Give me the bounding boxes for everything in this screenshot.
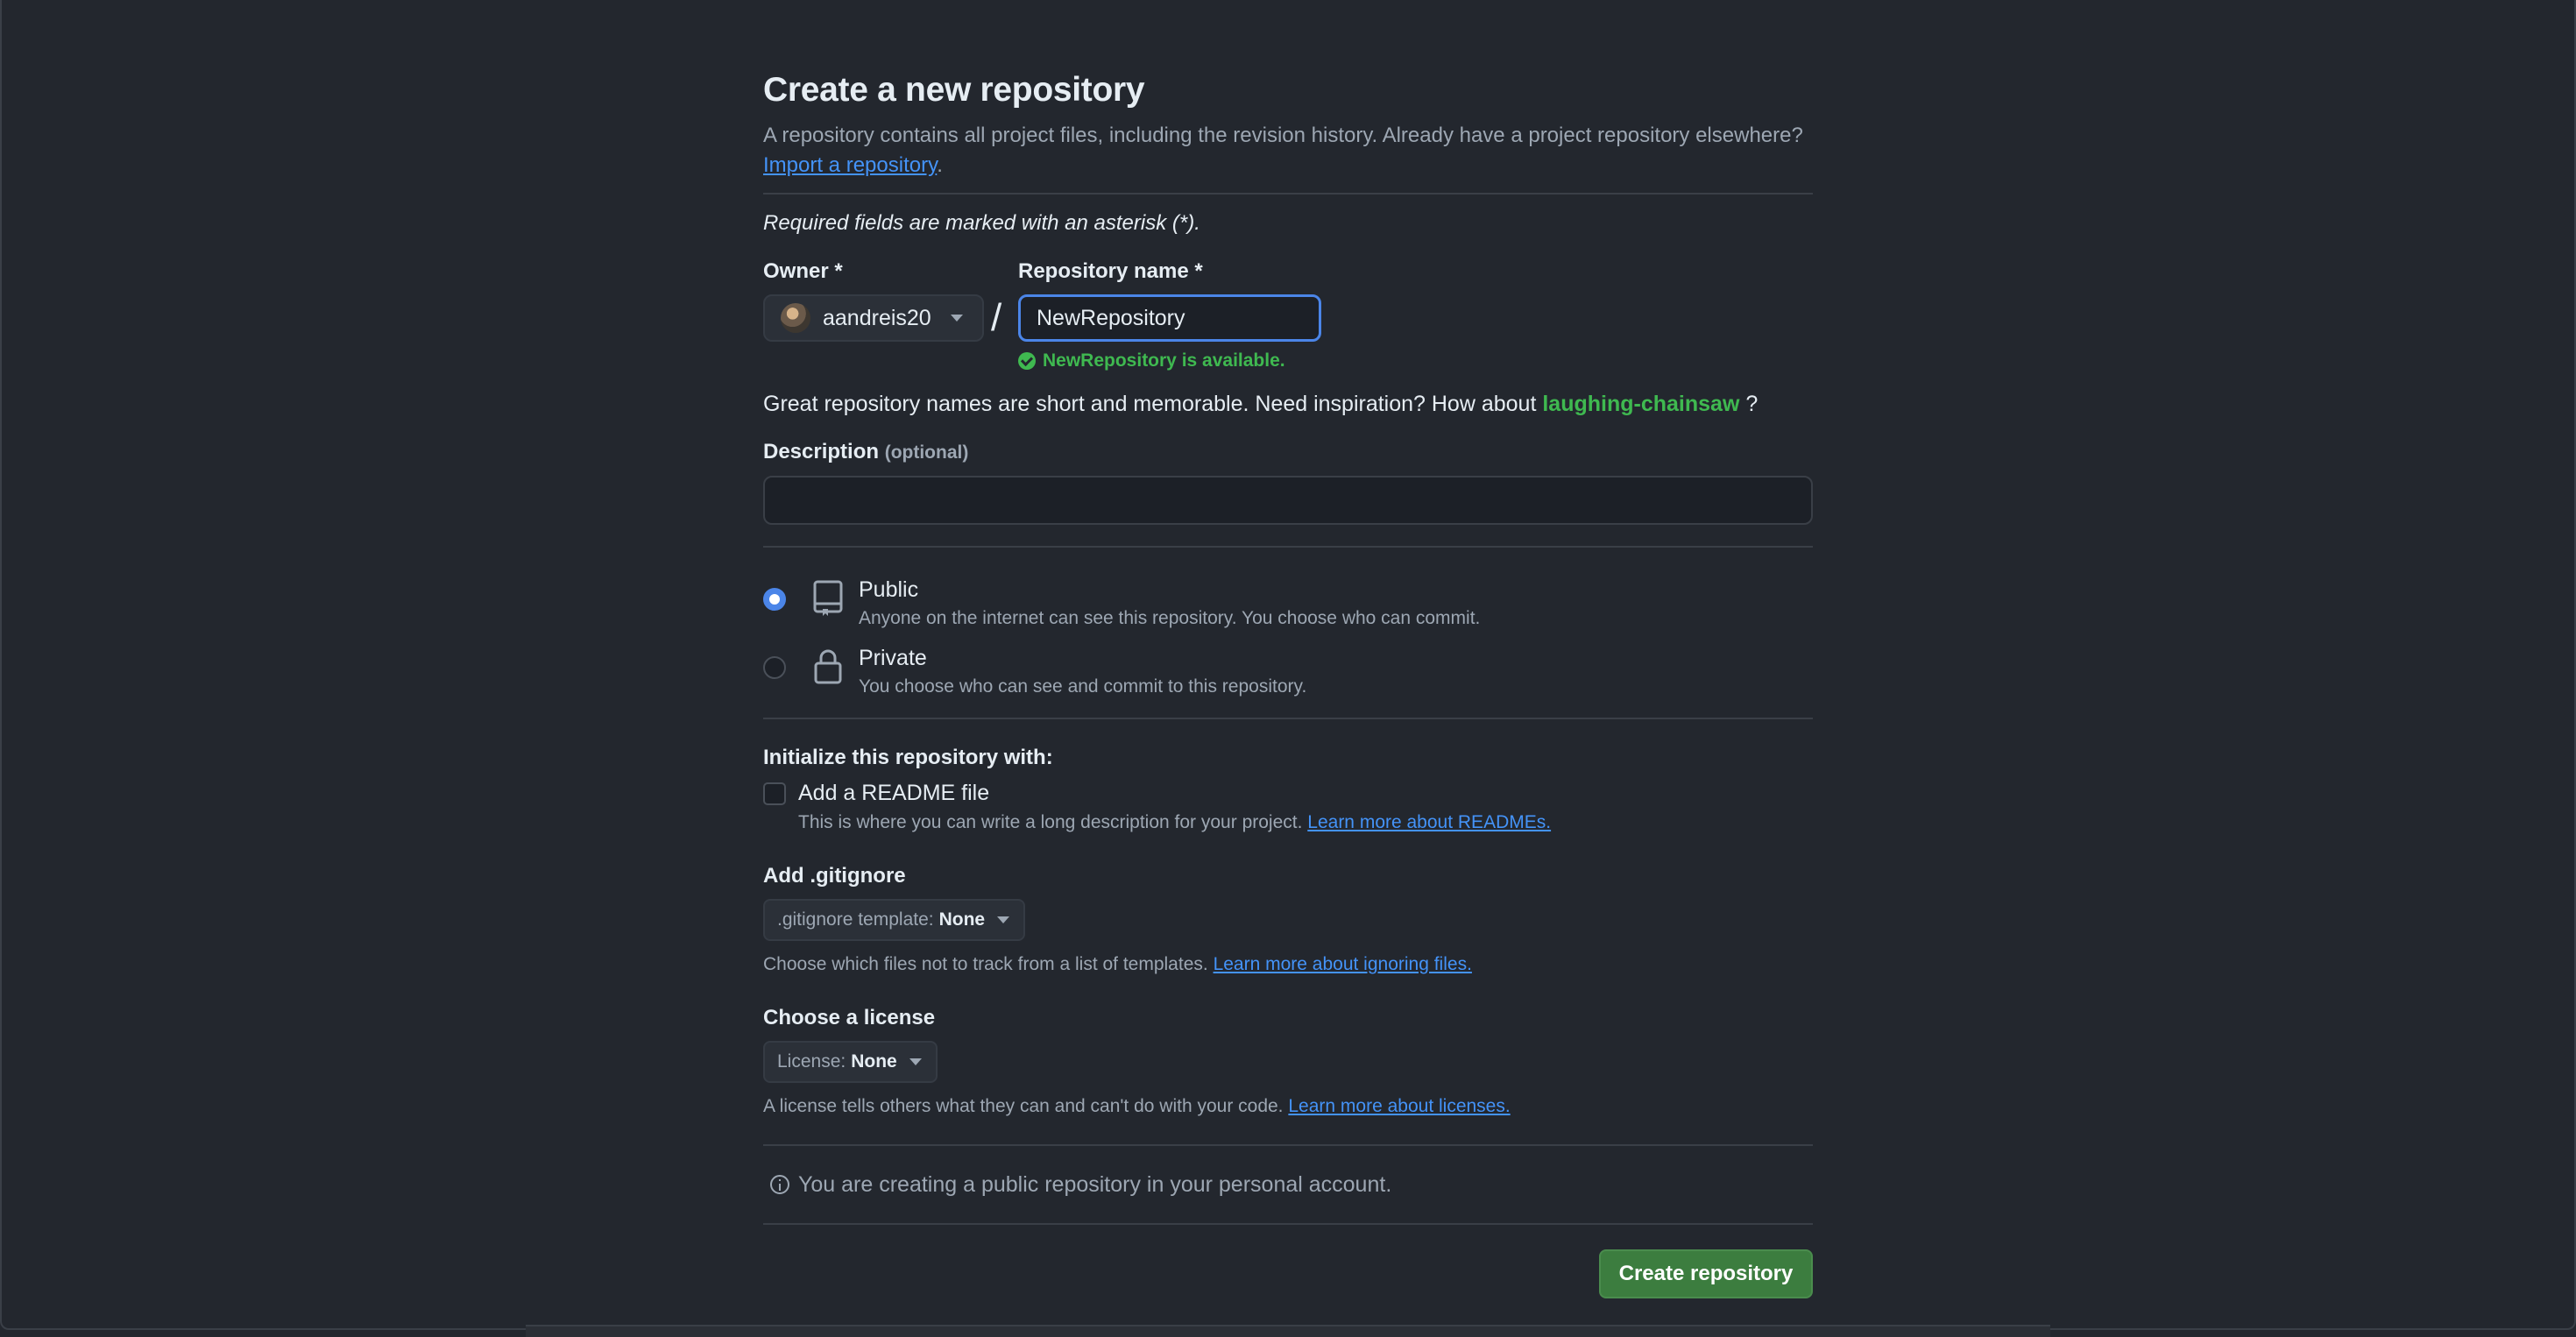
gitignore-heading: Add .gitignore <box>763 864 906 888</box>
readme-description: This is where you can write a long descr… <box>798 810 1813 836</box>
visibility-private-option[interactable]: Private You choose who can see and commi… <box>763 642 1813 711</box>
gitignore-select-prefix: .gitignore template: <box>777 909 934 930</box>
subtitle-suffix: . <box>937 153 943 177</box>
visibility-options: Public Anyone on the internet can see th… <box>763 574 1813 711</box>
gitignore-help-text: Choose which files not to track from a l… <box>763 954 1208 974</box>
readme-desc-text: This is where you can write a long descr… <box>798 812 1303 832</box>
private-description: You choose who can see and commit to thi… <box>859 676 1307 697</box>
subtitle-text: A repository contains all project files,… <box>763 124 1803 147</box>
license-learn-more-link[interactable]: Learn more about licenses. <box>1288 1096 1510 1116</box>
owner-label: Owner * <box>763 259 843 283</box>
readme-checkbox[interactable] <box>763 782 786 805</box>
license-select-prefix: License: <box>777 1051 846 1072</box>
public-description: Anyone on the internet can see this repo… <box>859 608 1481 628</box>
divider <box>763 193 1813 195</box>
required-note: Required fields are marked with an aster… <box>763 211 1200 235</box>
check-circle-icon <box>1018 352 1036 370</box>
import-repository-link[interactable]: Import a repository <box>763 153 937 177</box>
description-input[interactable] <box>763 476 1813 525</box>
license-help: A license tells others what they can and… <box>763 1093 1813 1120</box>
chevron-down-icon <box>950 315 963 322</box>
initialize-heading: Initialize this repository with: <box>763 746 1053 769</box>
page-title: Create a new repository <box>763 71 1145 109</box>
new-repo-form: Create a new repository A repository con… <box>763 61 1813 1304</box>
availability-message: NewRepository is available. <box>1018 350 1321 371</box>
create-repository-button[interactable]: Create repository <box>1599 1249 1813 1298</box>
gitignore-learn-more-link[interactable]: Learn more about ignoring files. <box>1214 954 1472 974</box>
chevron-down-icon <box>997 916 1010 923</box>
repo-name-label: Repository name * <box>1018 259 1203 283</box>
owner-repo-row: Owner * aandreis20 / Repository name * N… <box>763 258 1813 389</box>
repo-name-input[interactable] <box>1018 294 1321 342</box>
inspiration-suffix: ? <box>1745 392 1759 416</box>
visibility-public-option[interactable]: Public Anyone on the internet can see th… <box>763 574 1813 642</box>
license-heading: Choose a license <box>763 1006 936 1029</box>
repo-name-field: Repository name * NewRepository is avail… <box>1018 258 1321 371</box>
info-icon <box>770 1175 789 1194</box>
owner-field: Owner * aandreis20 <box>763 258 984 342</box>
inspiration-label: Great repository names are short and mem… <box>763 392 1537 416</box>
public-title: Public <box>859 577 919 602</box>
owner-name: aandreis20 <box>823 305 931 330</box>
gitignore-help: Choose which files not to track from a l… <box>763 951 1813 978</box>
license-select[interactable]: License: None <box>763 1041 938 1083</box>
optional-tag: (optional) <box>884 442 969 463</box>
license-help-text: A license tells others what they can and… <box>763 1096 1284 1116</box>
visibility-notice: You are creating a public repository in … <box>763 1146 1813 1223</box>
owner-dropdown[interactable]: aandreis20 <box>763 294 984 342</box>
private-title: Private <box>859 646 927 670</box>
avatar <box>781 303 810 333</box>
readme-option[interactable]: Add a README file <box>763 781 1813 806</box>
readme-label: Add a README file <box>798 781 990 805</box>
divider <box>763 546 1813 548</box>
form-actions: Create repository <box>763 1225 1813 1304</box>
notice-text: You are creating a public repository in … <box>798 1171 1392 1197</box>
lock-icon <box>814 649 842 684</box>
description-label-text: Description <box>763 440 880 463</box>
license-select-value: None <box>851 1051 897 1072</box>
availability-text: NewRepository is available. <box>1043 350 1285 371</box>
public-radio[interactable] <box>763 588 786 611</box>
gitignore-select-value: None <box>938 909 986 930</box>
inspiration-text: Great repository names are short and mem… <box>763 389 1813 419</box>
divider <box>763 718 1813 719</box>
repo-icon <box>813 580 843 616</box>
page-subtitle: A repository contains all project files,… <box>763 121 1813 180</box>
chevron-down-icon <box>909 1058 922 1065</box>
suggested-name-link[interactable]: laughing-chainsaw <box>1542 392 1739 416</box>
slash-separator: / <box>991 296 1002 339</box>
description-label: Description (optional) <box>763 438 1813 467</box>
gitignore-template-select[interactable]: .gitignore template: None <box>763 899 1026 941</box>
readme-learn-more-link[interactable]: Learn more about READMEs. <box>1307 812 1551 832</box>
private-radio[interactable] <box>763 656 786 679</box>
